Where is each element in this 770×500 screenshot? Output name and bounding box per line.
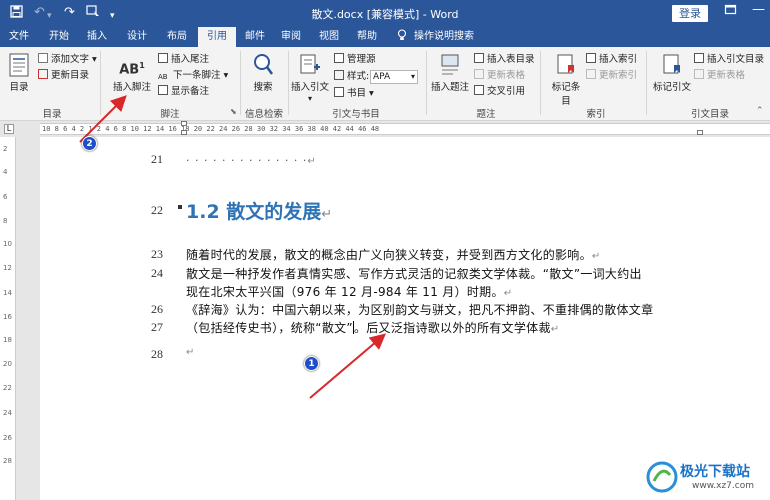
annotation-arrows bbox=[79, 95, 387, 399]
watermark-name: 极光下载站 bbox=[680, 464, 750, 480]
logo-icon bbox=[646, 461, 678, 493]
watermark-url: www.xz7.com bbox=[692, 481, 754, 491]
arrow-to-cursor bbox=[309, 333, 387, 399]
step-badge-1: 1 bbox=[304, 356, 319, 371]
watermark-logo: 极光下载站 www.xz7.com bbox=[646, 459, 766, 497]
step-badge-2: 2 bbox=[82, 136, 97, 151]
